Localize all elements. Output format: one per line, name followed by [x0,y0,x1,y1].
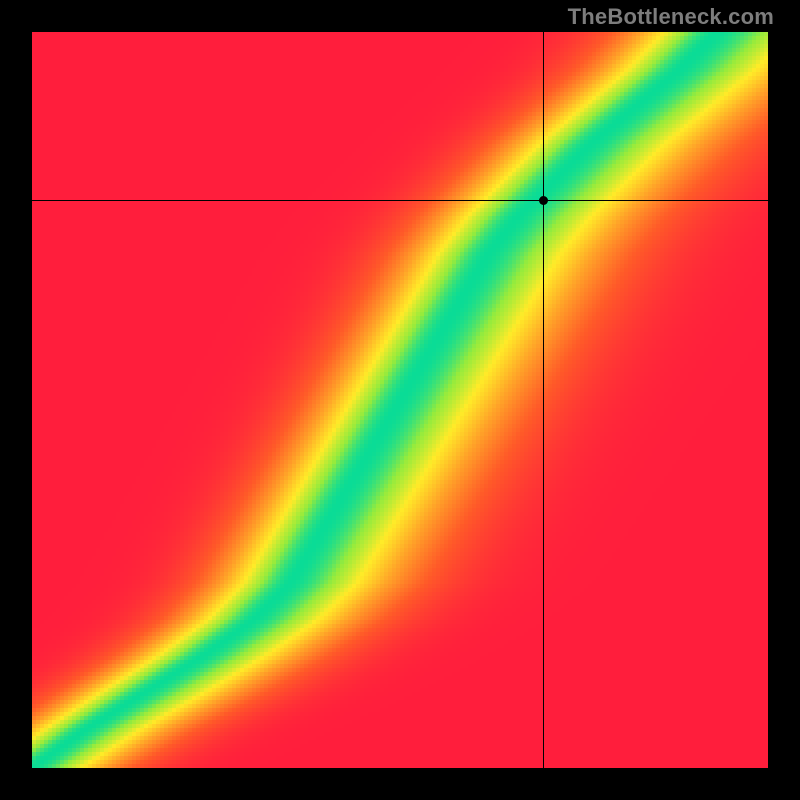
crosshair-horizontal [32,200,768,201]
chart-frame: TheBottleneck.com [0,0,800,800]
heatmap-canvas [32,32,768,768]
watermark-text: TheBottleneck.com [568,4,774,30]
marker-dot [539,196,548,205]
heatmap-plot-area [32,32,768,768]
crosshair-vertical [543,32,544,768]
